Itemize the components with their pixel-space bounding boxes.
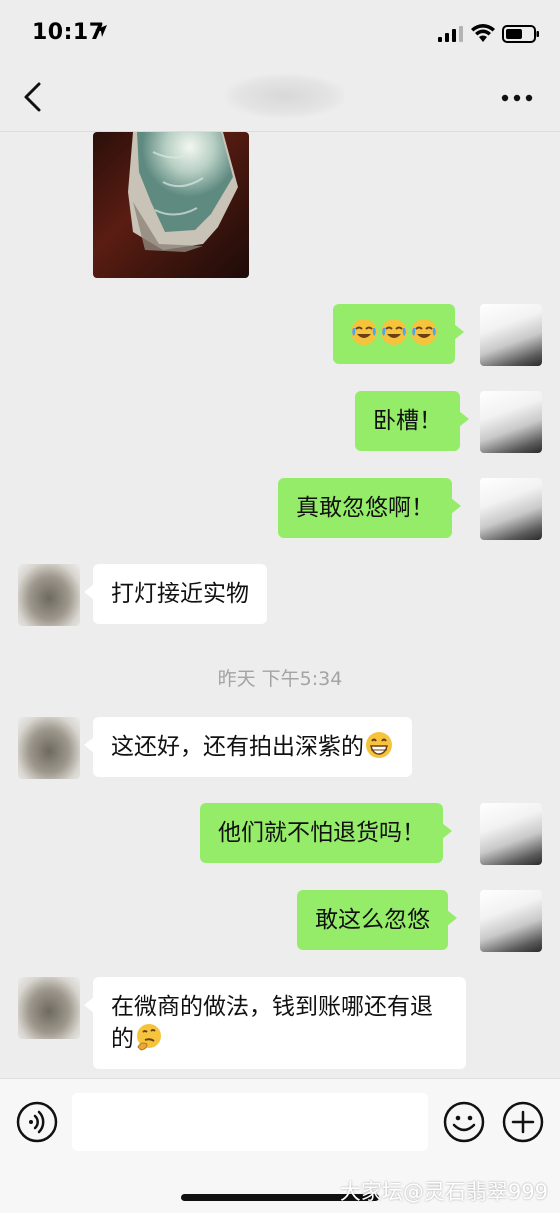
- my-avatar[interactable]: [480, 803, 542, 865]
- cellular-signal-icon: [438, 26, 463, 42]
- image-message[interactable]: [93, 132, 249, 278]
- contact-name-blurred: [225, 74, 345, 118]
- grinning-face-icon: [366, 732, 392, 758]
- message-bubble[interactable]: 卧槽！: [355, 391, 469, 451]
- jade-stone-photo: [128, 132, 238, 252]
- watermark: 大家坛@灵石翡翠999: [339, 1180, 548, 1204]
- message-bubble-emoji[interactable]: [333, 304, 464, 364]
- wifi-icon: [471, 24, 495, 42]
- message-bubble[interactable]: 他们就不怕退货吗！: [200, 803, 452, 863]
- message-bubble[interactable]: 这还好，还有拍出深紫的: [84, 717, 412, 777]
- contact-avatar[interactable]: [18, 977, 80, 1039]
- message-input[interactable]: [72, 1093, 428, 1151]
- location-arrow-icon: [95, 25, 107, 37]
- plus-icon[interactable]: [502, 1101, 544, 1143]
- message-bubble[interactable]: 在微商的做法，钱到账哪还有退的: [84, 977, 466, 1069]
- thinking-face-icon: [137, 1024, 161, 1051]
- message-timestamp: 昨天 下午5:34: [217, 668, 343, 690]
- back-chevron-icon[interactable]: [18, 80, 48, 114]
- face-with-tears-of-joy-icon: [381, 319, 407, 345]
- message-text: 这还好，还有拍出深紫的: [111, 734, 364, 760]
- face-with-tears-of-joy-icon: [411, 319, 437, 345]
- voice-icon[interactable]: [16, 1101, 58, 1143]
- my-avatar[interactable]: [480, 890, 542, 952]
- smiley-icon[interactable]: [443, 1101, 485, 1143]
- chat-header: [0, 62, 560, 132]
- battery-icon: [502, 25, 539, 43]
- contact-avatar[interactable]: [18, 564, 80, 626]
- more-dots-icon[interactable]: [500, 88, 534, 108]
- status-bar: 10:17: [0, 0, 560, 62]
- message-bubble[interactable]: 敢这么忽悠: [297, 890, 457, 950]
- my-avatar[interactable]: [480, 391, 542, 453]
- contact-avatar[interactable]: [18, 717, 80, 779]
- chat-messages[interactable]: 卧槽！ 真敢忽悠啊！ 打灯接近实物 昨天 下午5:34 这还好，还有拍出深紫的 …: [0, 132, 560, 1078]
- my-avatar[interactable]: [480, 304, 542, 366]
- my-avatar[interactable]: [480, 478, 542, 540]
- message-bubble[interactable]: 真敢忽悠啊！: [278, 478, 461, 538]
- message-bubble[interactable]: 打灯接近实物: [84, 564, 267, 624]
- face-with-tears-of-joy-icon: [351, 319, 377, 345]
